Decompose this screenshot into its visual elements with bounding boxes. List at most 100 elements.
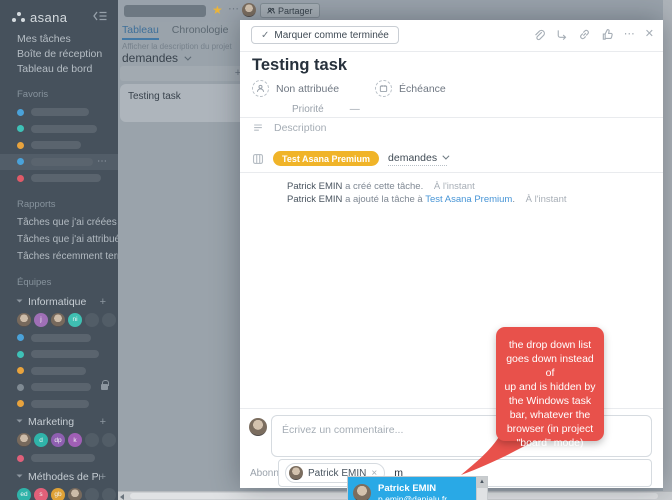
redacted-text-bar xyxy=(31,350,99,359)
more-options-icon[interactable]: ⋯ xyxy=(97,156,108,167)
member-avatar[interactable]: ed xyxy=(17,487,31,500)
member-avatar[interactable] xyxy=(68,487,82,500)
empty-avatar-slot[interactable] xyxy=(102,487,116,500)
team-header[interactable]: Marketing + xyxy=(0,412,118,430)
subtask-icon[interactable] xyxy=(555,28,568,41)
team-header[interactable]: Informatique + xyxy=(0,292,118,310)
member-avatar[interactable]: dp xyxy=(51,433,65,447)
assignee-field[interactable]: Non attribuée xyxy=(252,80,339,97)
share-button[interactable]: Partager xyxy=(260,3,320,18)
team-members-row: ed s gb xyxy=(0,485,118,500)
empty-avatar-slot[interactable] xyxy=(85,312,99,327)
expand-chevron-icon[interactable] xyxy=(16,474,23,479)
commenter-avatar xyxy=(249,418,267,436)
activity-text: a créé cette tâche. xyxy=(345,181,424,192)
due-date-field[interactable]: Échéance xyxy=(375,80,446,97)
sidebar-project-item-redacted[interactable] xyxy=(0,170,118,187)
team-name: Marketing xyxy=(28,416,75,428)
redacted-text-bar xyxy=(31,399,89,408)
report-link[interactable]: Tâches que j'ai créées xyxy=(0,214,118,231)
sidebar-project-item-redacted[interactable] xyxy=(0,137,118,154)
project-link[interactable]: Test Asana Premium xyxy=(425,194,512,205)
annotation-callout: the drop down list goes down instead of … xyxy=(496,327,604,449)
expand-chevron-icon[interactable] xyxy=(16,419,23,425)
scroll-left-arrow-icon[interactable] xyxy=(120,494,124,500)
sidebar-project-item-redacted[interactable] xyxy=(0,379,118,396)
scroll-up-arrow-icon[interactable]: ▲ xyxy=(477,477,487,488)
activity-time: À l'instant xyxy=(525,194,567,205)
member-avatar[interactable] xyxy=(17,312,31,327)
report-link[interactable]: Tâches récemment terminées xyxy=(0,248,118,265)
add-project-icon[interactable]: + xyxy=(100,296,106,308)
member-avatar[interactable] xyxy=(17,433,31,447)
more-options-icon[interactable]: ⋯ xyxy=(624,29,635,40)
add-project-icon[interactable]: + xyxy=(100,416,106,428)
project-color-dot xyxy=(17,334,24,342)
empty-avatar-slot[interactable] xyxy=(85,487,99,500)
description-icon xyxy=(254,124,262,131)
right-scroll-gutter xyxy=(663,0,672,491)
expand-chevron-icon[interactable] xyxy=(16,299,23,304)
link-icon[interactable] xyxy=(578,28,591,41)
project-color-dot xyxy=(17,158,24,166)
project-color-dot xyxy=(17,141,24,149)
attachment-icon[interactable] xyxy=(532,28,545,41)
sidebar-nav-item[interactable]: Boîte de réception xyxy=(0,47,118,62)
close-panel-icon[interactable]: ✕ xyxy=(645,29,654,40)
team-members-row: j ni xyxy=(0,310,118,330)
project-description-link[interactable]: Afficher la description du projet xyxy=(122,42,232,51)
member-avatar[interactable]: j xyxy=(34,312,48,327)
member-avatar[interactable]: k xyxy=(68,433,82,447)
tab-chronologie[interactable]: Chronologie xyxy=(172,24,229,40)
sidebar-project-item-redacted[interactable] xyxy=(0,121,118,138)
sidebar-nav-item[interactable]: Mes tâches xyxy=(0,32,118,47)
member-avatar[interactable] xyxy=(51,312,65,327)
team-name: Méthodes de Produc... xyxy=(28,470,100,483)
member-avatar[interactable]: s xyxy=(34,487,48,500)
description-field[interactable]: Description xyxy=(252,122,327,134)
sidebar-project-item-redacted[interactable] xyxy=(0,346,118,363)
sidebar-project-item-redacted[interactable] xyxy=(0,396,118,413)
column-title: demandes xyxy=(122,51,179,65)
member-avatar[interactable]: ni xyxy=(68,312,82,327)
empty-avatar-slot[interactable] xyxy=(102,433,116,447)
dropdown-scrollbar[interactable]: ▲ xyxy=(476,477,487,500)
empty-avatar-slot[interactable] xyxy=(85,433,99,447)
project-pill[interactable]: Test Asana Premium xyxy=(273,151,380,166)
reports-list: Tâches que j'ai créées Tâches que j'ai at… xyxy=(0,214,118,265)
column-header[interactable]: demandes xyxy=(122,51,192,65)
collapse-sidebar-icon[interactable] xyxy=(93,8,108,26)
sidebar-project-item-redacted[interactable] xyxy=(0,104,118,121)
due-date-placeholder: Échéance xyxy=(399,82,446,95)
user-avatar[interactable] xyxy=(242,3,256,17)
tab-tableau[interactable]: Tableau xyxy=(122,24,159,40)
activity-line: Patrick EMIN a créé cette tâche. À l'ins… xyxy=(287,180,567,193)
project-color-dot xyxy=(17,367,24,375)
member-avatar[interactable]: d xyxy=(34,433,48,447)
project-more-options-icon[interactable]: ⋯ xyxy=(228,2,240,15)
project-title-redacted xyxy=(124,5,206,17)
favorite-star-icon[interactable]: ★ xyxy=(212,3,223,17)
sidebar-nav-item[interactable]: Tableau de bord xyxy=(0,62,118,77)
priority-field[interactable]: Priorité — xyxy=(292,104,360,115)
sidebar-project-item-redacted[interactable] xyxy=(0,450,118,467)
chevron-down-icon xyxy=(184,53,192,61)
assignee-placeholder: Non attribuée xyxy=(276,82,340,95)
like-icon[interactable] xyxy=(601,28,614,41)
team-header[interactable]: Méthodes de Produc...+ xyxy=(0,467,118,485)
sidebar-project-item-redacted[interactable]: ⋯ xyxy=(0,153,118,170)
add-project-icon[interactable]: + xyxy=(100,471,106,483)
empty-avatar-slot[interactable] xyxy=(102,312,116,327)
sidebar-project-item-redacted[interactable] xyxy=(0,363,118,380)
mark-complete-button[interactable]: ✓ Marquer comme terminée xyxy=(251,26,399,44)
redacted-text-bar xyxy=(31,108,89,117)
reports-section-label: Rapports xyxy=(17,198,56,210)
dropdown-option-selected[interactable]: Patrick EMIN p.emin@danialu.fr xyxy=(348,477,476,500)
favorites-section-label: Favoris xyxy=(17,89,49,100)
section-selector[interactable]: demandes xyxy=(388,152,450,166)
report-link[interactable]: Tâches que j'ai attribuées à d'aut... xyxy=(0,231,118,248)
people-icon xyxy=(267,7,275,14)
member-avatar[interactable]: gb xyxy=(51,487,65,500)
sidebar-project-item-redacted[interactable] xyxy=(0,330,118,347)
task-title[interactable]: Testing task xyxy=(252,56,347,75)
